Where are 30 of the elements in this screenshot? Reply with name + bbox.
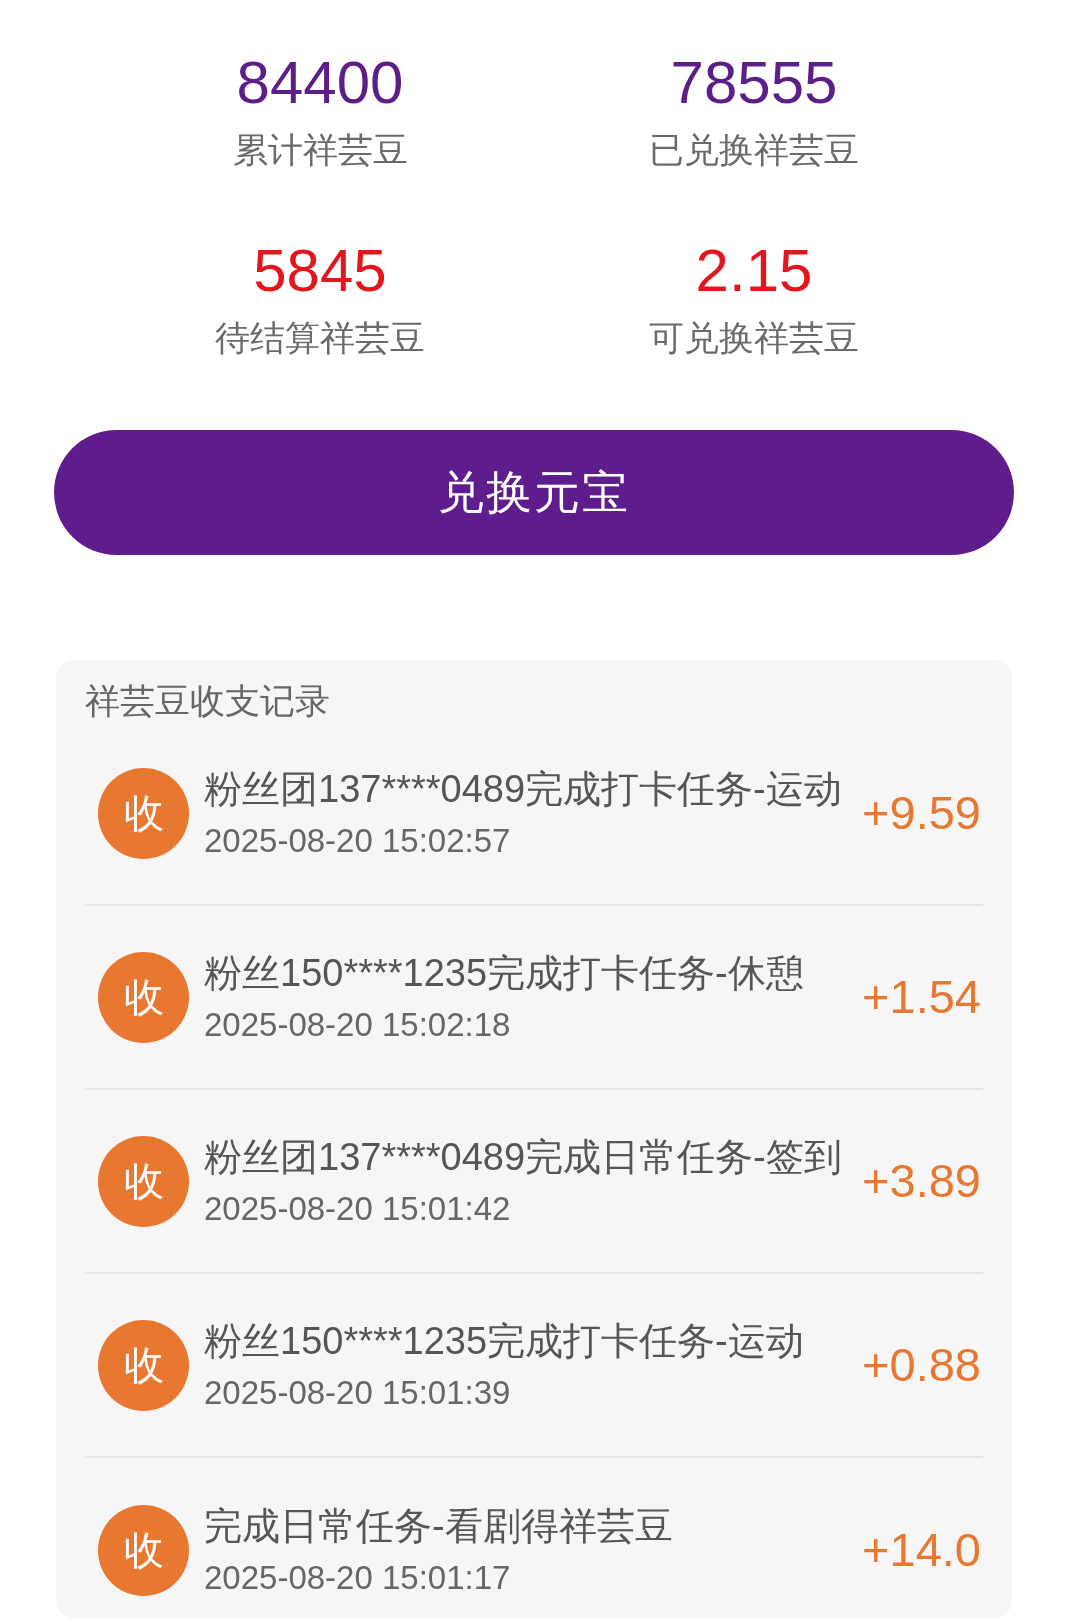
stat-value: 78555 — [670, 48, 838, 118]
record-title: 粉丝150****1235完成打卡任务-运动 — [204, 1319, 804, 1364]
income-badge: 收 — [98, 951, 189, 1043]
record-amount: +3.89 — [862, 1153, 981, 1209]
record-amount: +1.54 — [862, 969, 981, 1025]
record-amount: +9.59 — [862, 785, 981, 841]
record-time: 2025-08-20 15:02:57 — [204, 821, 511, 861]
record-title: 粉丝团137****0489完成日常任务-签到 — [204, 1135, 842, 1180]
stat-label: 可兑换祥芸豆 — [649, 317, 859, 359]
record-title: 完成日常任务-看剧得祥芸豆 — [204, 1504, 673, 1549]
record-title: 粉丝150****1235完成打卡任务-休憩 — [204, 951, 804, 996]
income-badge: 收 — [98, 1319, 189, 1411]
record-time: 2025-08-20 15:01:39 — [204, 1373, 511, 1413]
income-badge: 收 — [98, 1504, 189, 1596]
income-badge: 收 — [98, 1135, 189, 1227]
stat-label: 已兑换祥芸豆 — [649, 129, 859, 171]
stat-value: 84400 — [236, 48, 404, 118]
stat-label: 累计祥芸豆 — [232, 129, 408, 171]
income-badge: 收 — [98, 767, 189, 859]
exchange-button[interactable]: 兑换元宝 — [54, 430, 1014, 555]
record-time: 2025-08-20 15:02:18 — [204, 1005, 511, 1045]
records-title: 祥芸豆收支记录 — [85, 680, 330, 722]
stat-value: 5845 — [253, 236, 387, 306]
record-title: 粉丝团137****0489完成打卡任务-运动 — [204, 767, 842, 812]
stat-label: 待结算祥芸豆 — [215, 317, 425, 359]
record-amount: +14.0 — [862, 1522, 981, 1578]
record-time: 2025-08-20 15:01:42 — [204, 1189, 511, 1229]
record-time: 2025-08-20 15:01:17 — [204, 1558, 511, 1598]
stat-value: 2.15 — [695, 236, 813, 306]
record-amount: +0.88 — [862, 1337, 981, 1393]
